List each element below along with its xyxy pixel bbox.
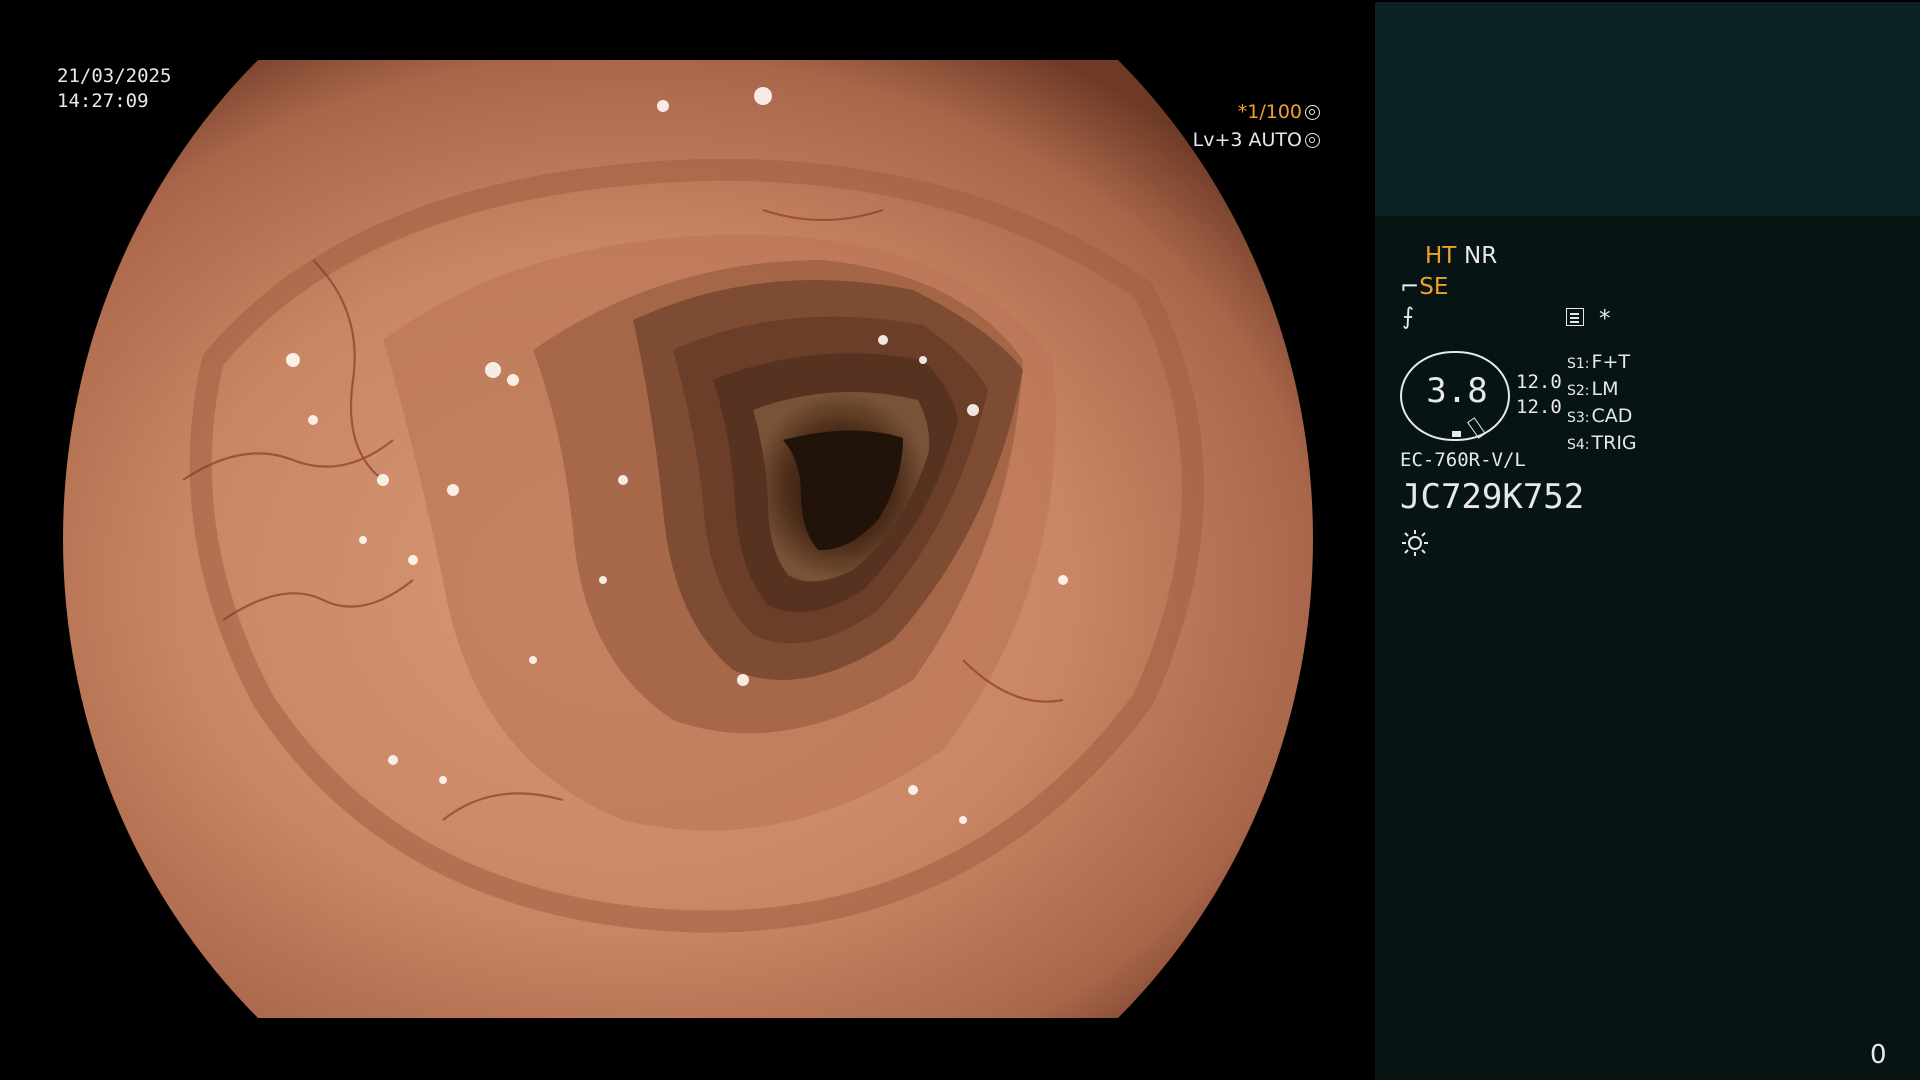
switch-row: S4: TRIG <box>1567 431 1637 458</box>
info-panel <box>1375 216 1920 1080</box>
switch-row: S3: CAD <box>1567 404 1637 431</box>
image-counter: 0 <box>1870 1040 1887 1070</box>
se-indicator: SE <box>1419 274 1449 300</box>
scope-serial-label: JC729K752 <box>1400 477 1585 517</box>
memo-icon <box>1566 308 1584 326</box>
endoscopy-screen: 21/03/2025 14:27:09 *1/100 Lv+3 AUTO HT … <box>0 0 1920 1080</box>
scope-model-label: EC-760R-V/L <box>1400 449 1526 471</box>
switch-assignments: S1: F+T S2: LM S3: CAD S4: TRIG <box>1567 350 1637 458</box>
zoom-badge: 3.8 <box>1400 351 1510 441</box>
switch-key: S4: <box>1567 437 1590 453</box>
switch-row: S2: LM <box>1567 377 1637 404</box>
switch-value: TRIG <box>1591 432 1637 454</box>
colon-lumen-image <box>63 60 1313 1018</box>
date-time-readout: 21/03/2025 14:27:09 <box>57 64 171 114</box>
light-row: Lv+3 AUTO <box>1180 126 1320 154</box>
exposure-readout: *1/100 Lv+3 AUTO <box>1180 98 1320 154</box>
stats-readout: 12.0 12.0 <box>1516 370 1562 420</box>
shutter-icon <box>1305 105 1320 120</box>
switch-value: CAD <box>1591 405 1633 427</box>
switch-key: S3: <box>1567 410 1590 426</box>
endoscopic-view <box>63 60 1313 1018</box>
light-level-label: Lv+3 <box>1192 129 1243 151</box>
star-indicator: * <box>1599 306 1611 332</box>
light-icon <box>1402 530 1428 556</box>
time-label: 14:27:09 <box>57 90 149 112</box>
shutter-speed-label: *1/100 <box>1237 101 1302 123</box>
ht-indicator: HT <box>1425 243 1457 269</box>
date-label: 21/03/2025 <box>57 65 172 87</box>
iris-icon <box>1305 133 1320 148</box>
switch-value: F+T <box>1591 351 1630 373</box>
shutter-row: *1/100 <box>1180 98 1320 126</box>
switch-key: S2: <box>1567 383 1590 399</box>
iris-mode-label: AUTO <box>1248 129 1302 151</box>
switch-row: S1: F+T <box>1567 350 1637 377</box>
zoom-mark <box>1452 431 1461 437</box>
switch-value: LM <box>1591 378 1619 400</box>
stat-1: 12.0 <box>1516 371 1562 393</box>
switch-key: S1: <box>1567 356 1590 372</box>
zoom-slash-icon <box>1467 417 1486 439</box>
stat-2: 12.0 <box>1516 396 1562 418</box>
info-panel-header <box>1375 2 1920 216</box>
se-row: ⌐SE <box>1400 274 1448 300</box>
nr-indicator: NR <box>1464 243 1498 269</box>
freeze-icon: ⨍ <box>1402 304 1414 330</box>
scope-tip-icon: ⌐ <box>1400 274 1420 300</box>
zoom-value: 3.8 <box>1426 371 1488 411</box>
